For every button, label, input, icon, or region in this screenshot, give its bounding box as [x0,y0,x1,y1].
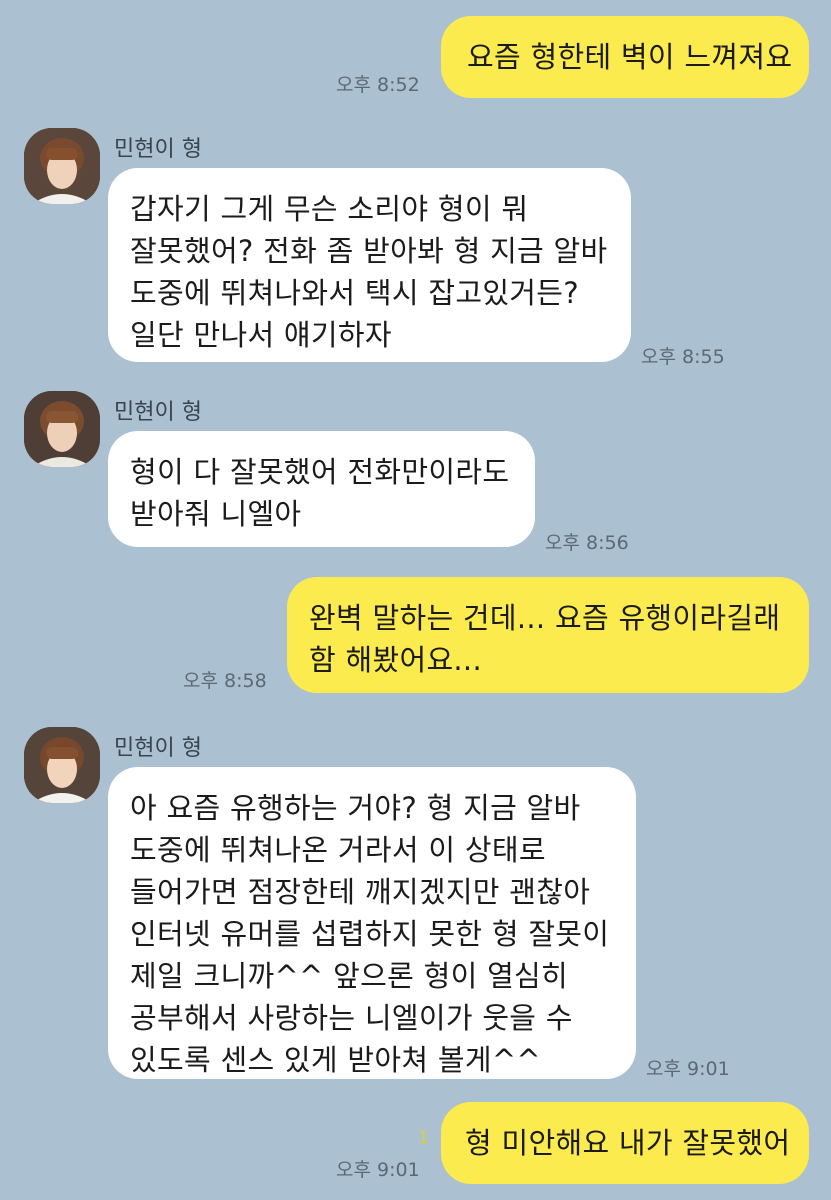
message-text: 들어가면 점장한테 깨지겠지만 괜찮아 [130,875,591,909]
message-timestamp: 오후 9:01 [336,1159,420,1181]
message-text: 아 요즘 유행하는 거야? 형 지금 알바 [130,791,581,825]
message-text: 완벽 말하는 건데... 요즘 유행이라길래 [309,601,781,635]
their-message-bubble[interactable]: 아 요즘 유행하는 거야? 형 지금 알바 도중에 뛰쳐나온 거라서 이 상태로… [108,767,636,1079]
message-text: 요즘 형한테 벽이 느껴져요 [467,40,793,74]
profile-photo-icon [24,128,100,204]
message-text: 공부해서 사랑하는 니엘이가 웃을 수 [130,1001,573,1035]
message-text: 도중에 뛰쳐나와서 택시 잡고있거든? [130,276,579,310]
sender-name: 민현이 형 [114,137,202,162]
message-text: 받아줘 니엘아 [130,497,302,531]
my-message-bubble[interactable]: 요즘 형한테 벽이 느껴져요 [441,16,809,98]
sender-name: 민현이 형 [114,400,202,425]
profile-photo-icon [24,391,100,467]
message-text: 갑자기 그게 무슨 소리야 형이 뭐 [130,192,529,226]
sender-name: 민현이 형 [114,736,202,761]
my-message-bubble[interactable]: 완벽 말하는 건데... 요즘 유행이라길래 함 해봤어요... [287,577,809,693]
message-text: 형 미안해요 내가 잘못했어 [465,1126,791,1160]
message-timestamp: 오후 8:52 [336,74,420,96]
message-text: 잘못했어? 전화 좀 받아봐 형 지금 알바 [130,234,608,268]
my-message-bubble[interactable]: 형 미안해요 내가 잘못했어 [441,1102,809,1184]
message-text: 함 해봤어요... [309,643,482,677]
message-text: 인터넷 유머를 섭렵하지 못한 형 잘못이 [130,917,610,951]
message-text: 도중에 뛰쳐나온 거라서 이 상태로 [130,833,546,867]
message-timestamp: 오후 8:56 [545,532,629,554]
message-text: 있도록 센스 있게 받아쳐 볼게^^ [130,1043,542,1077]
avatar[interactable] [24,727,100,803]
message-text: 형이 다 잘못했어 전화만이라도 [130,455,510,489]
message-text: 제일 크니까^^ 앞으론 형이 열심히 [130,959,569,993]
message-timestamp: 오후 8:58 [183,670,267,692]
message-text: 일단 만나서 얘기하자 [130,318,392,352]
unread-count: 1 [418,1128,429,1148]
avatar[interactable] [24,128,100,204]
their-message-bubble[interactable]: 갑자기 그게 무슨 소리야 형이 뭐 잘못했어? 전화 좀 받아봐 형 지금 알… [108,168,631,362]
their-message-bubble[interactable]: 형이 다 잘못했어 전화만이라도 받아줘 니엘아 [108,431,535,547]
avatar[interactable] [24,391,100,467]
message-timestamp: 오후 9:01 [646,1058,730,1080]
message-timestamp: 오후 8:55 [641,346,725,368]
profile-photo-icon [24,727,100,803]
